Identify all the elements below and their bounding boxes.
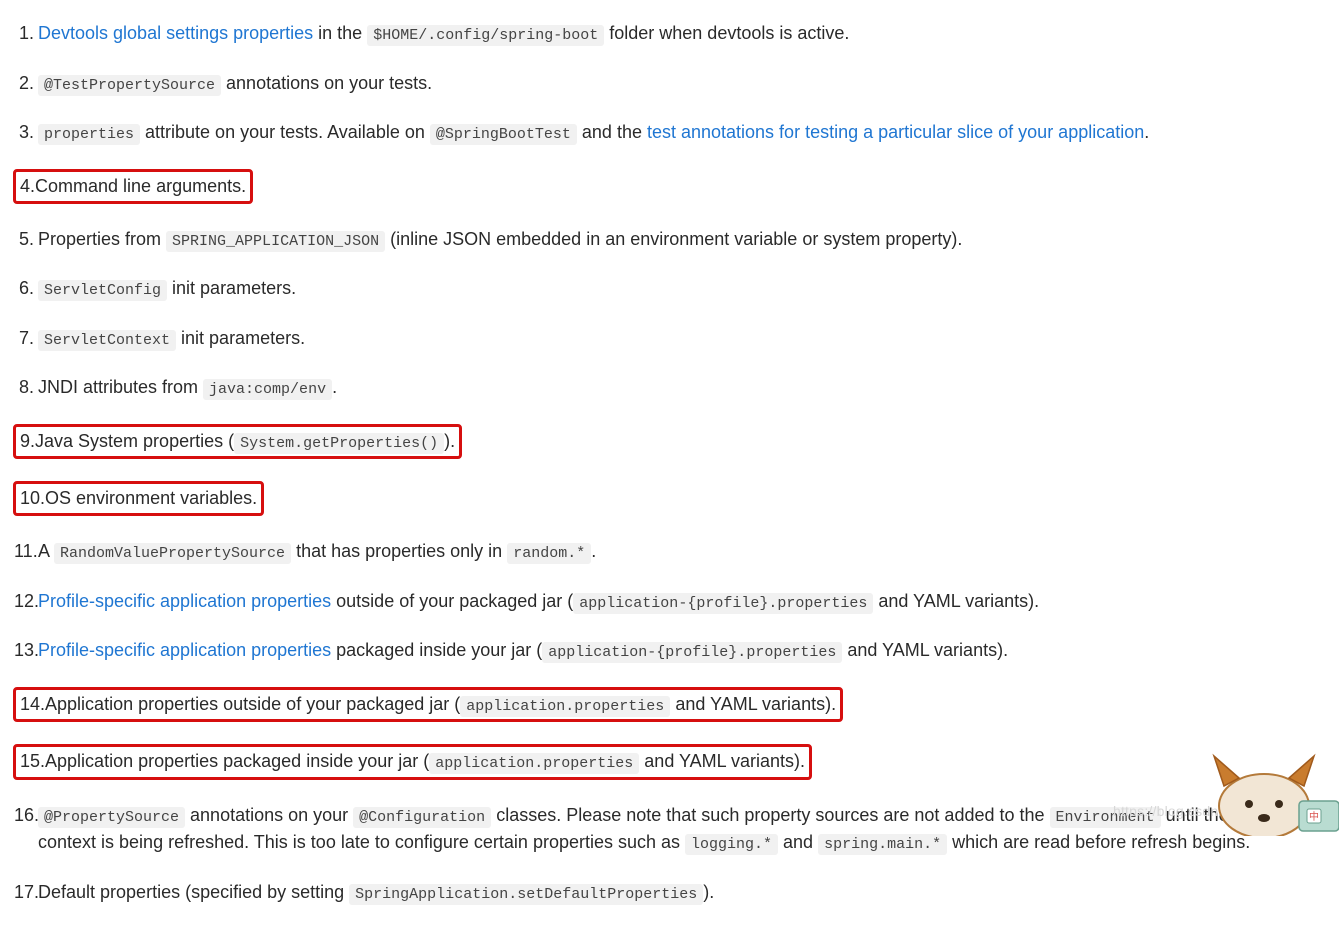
- highlight-box: 15. Application properties packaged insi…: [13, 744, 812, 780]
- inline-code: @Configuration: [353, 807, 491, 828]
- doc-link[interactable]: Devtools global settings properties: [38, 23, 313, 43]
- inline-code: java:comp/env: [203, 379, 332, 400]
- list-number: 4.: [20, 173, 35, 200]
- highlight-box: 4. Command line arguments.: [13, 169, 253, 204]
- list-item: A RandomValuePropertySource that has pro…: [38, 538, 1331, 566]
- inline-code: random.*: [507, 543, 591, 564]
- inline-code: application.properties: [429, 753, 639, 774]
- list-item: 15. Application properties packaged insi…: [38, 744, 1331, 780]
- list-item: 10. OS environment variables.: [38, 481, 1331, 516]
- inline-code: application-{profile}.properties: [542, 642, 842, 663]
- list-number: 15.: [20, 748, 45, 775]
- inline-code: @SpringBootTest: [430, 124, 577, 145]
- list-number: 10.: [20, 485, 45, 512]
- list-item: @TestPropertySource annotations on your …: [38, 70, 1331, 98]
- inline-code: @TestPropertySource: [38, 75, 221, 96]
- list-item: ServletContext init parameters.: [38, 325, 1331, 353]
- list-item: Devtools global settings properties in t…: [38, 20, 1331, 48]
- list-item: 9. Java System properties (System.getPro…: [38, 424, 1331, 460]
- inline-code: application-{profile}.properties: [573, 593, 873, 614]
- doc-link[interactable]: Profile-specific application properties: [38, 640, 331, 660]
- list-item: Properties from SPRING_APPLICATION_JSON …: [38, 226, 1331, 254]
- highlight-box: 10. OS environment variables.: [13, 481, 264, 516]
- highlight-box: 9. Java System properties (System.getPro…: [13, 424, 462, 460]
- inline-code: properties: [38, 124, 140, 145]
- list-number: 9.: [20, 428, 35, 455]
- inline-code: SpringApplication.setDefaultProperties: [349, 884, 703, 905]
- inline-code: System.getProperties(): [234, 433, 444, 454]
- watermark-text: https://blog.csdn.net/mythal: [1113, 801, 1289, 822]
- inline-code: ServletContext: [38, 330, 176, 351]
- inline-code: RandomValuePropertySource: [54, 543, 291, 564]
- highlight-box: 14. Application properties outside of yo…: [13, 687, 843, 723]
- inline-code: application.properties: [460, 696, 670, 717]
- inline-code: spring.main.*: [818, 834, 947, 855]
- inline-code: @PropertySource: [38, 807, 185, 828]
- list-item: Default properties (specified by setting…: [38, 879, 1331, 907]
- list-item: Profile-specific application properties …: [38, 588, 1331, 616]
- list-item: JNDI attributes from java:comp/env.: [38, 374, 1331, 402]
- list-item: Profile-specific application properties …: [38, 637, 1331, 665]
- list-item: 4. Command line arguments.: [38, 169, 1331, 204]
- list-item: 14. Application properties outside of yo…: [38, 687, 1331, 723]
- inline-code: SPRING_APPLICATION_JSON: [166, 231, 385, 252]
- doc-link[interactable]: Profile-specific application properties: [38, 591, 331, 611]
- property-source-list: Devtools global settings properties in t…: [8, 20, 1331, 906]
- inline-code: $HOME/.config/spring-boot: [367, 25, 604, 46]
- list-item: ServletConfig init parameters.: [38, 275, 1331, 303]
- inline-code: ServletConfig: [38, 280, 167, 301]
- list-number: 14.: [20, 691, 45, 718]
- doc-link[interactable]: test annotations for testing a particula…: [647, 122, 1144, 142]
- list-item: properties attribute on your tests. Avai…: [38, 119, 1331, 147]
- inline-code: logging.*: [685, 834, 778, 855]
